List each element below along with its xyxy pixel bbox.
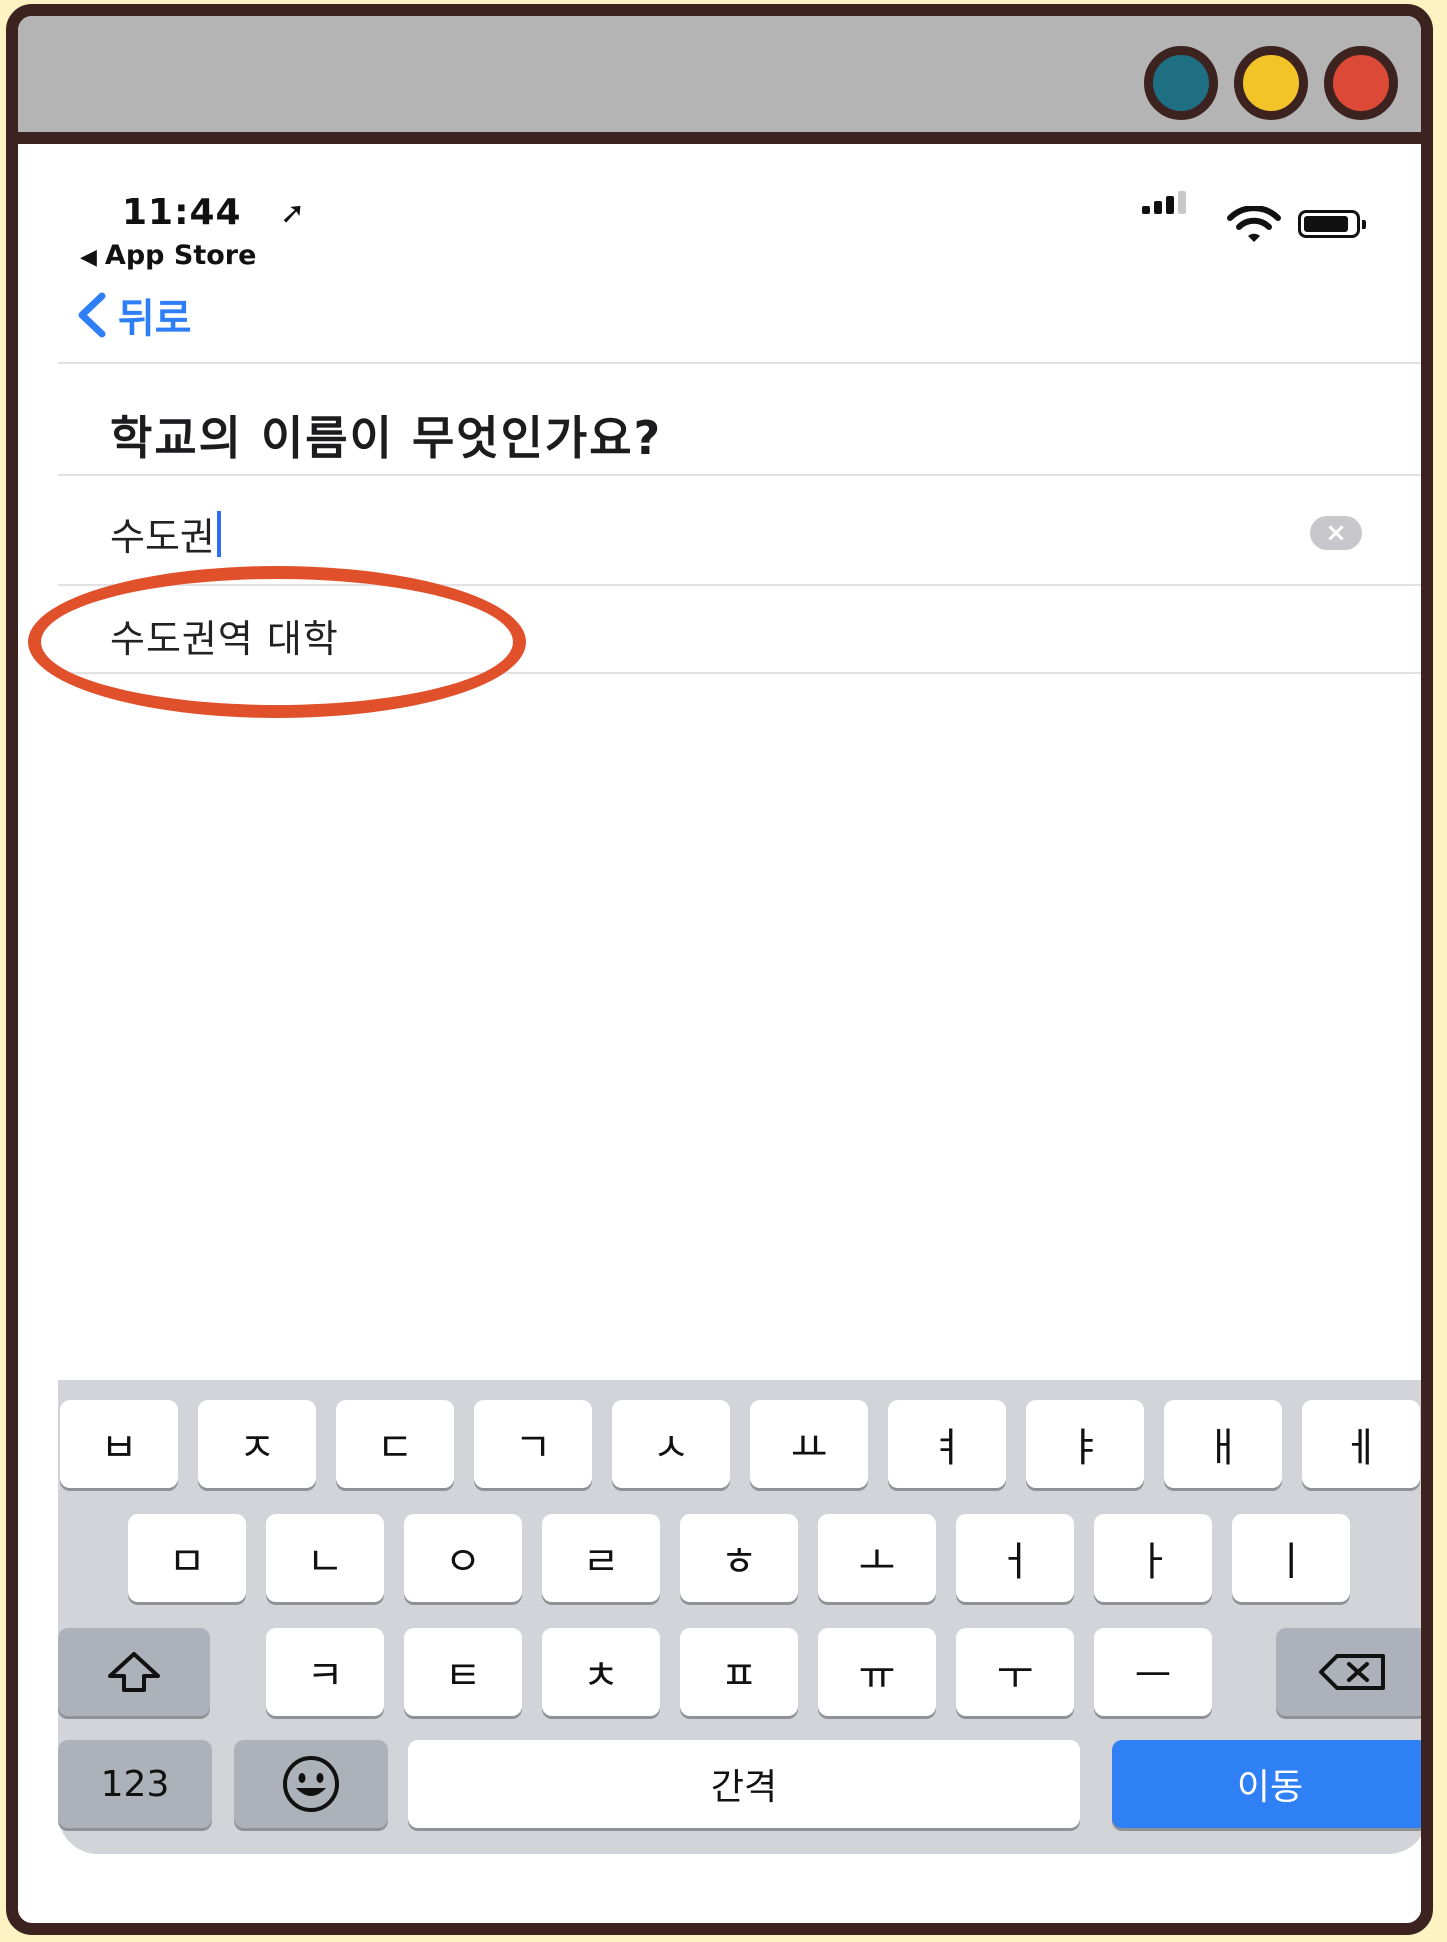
window-titlebar <box>18 16 1421 144</box>
shift-arrow-icon <box>108 1652 160 1692</box>
space-key[interactable]: 간격 <box>408 1740 1080 1828</box>
key-row1-4[interactable]: ㅅ <box>612 1400 730 1488</box>
key-row1-3[interactable]: ㄱ <box>474 1400 592 1488</box>
key-row1-8[interactable]: ㅐ <box>1164 1400 1282 1488</box>
key-row2-5[interactable]: ㅗ <box>818 1514 936 1602</box>
delete-key[interactable] <box>1276 1628 1421 1716</box>
key-row2-3[interactable]: ㄹ <box>542 1514 660 1602</box>
title-divider <box>58 474 1421 476</box>
key-row2-1[interactable]: ㄴ <box>266 1514 384 1602</box>
emoji-key[interactable] <box>234 1740 388 1828</box>
key-row1-5[interactable]: ㅛ <box>750 1400 868 1488</box>
window-control-red[interactable] <box>1324 46 1398 120</box>
key-row2-7[interactable]: ㅏ <box>1094 1514 1212 1602</box>
return-to-app-store[interactable]: ◀ App Store <box>80 240 256 271</box>
key-row3-6[interactable]: ㅡ <box>1094 1628 1212 1716</box>
key-row3-2[interactable]: ㅊ <box>542 1628 660 1716</box>
page-title: 학교의 이름이 무엇인가요? <box>110 411 663 465</box>
text-caret <box>216 510 221 557</box>
window-control-teal[interactable] <box>1144 46 1218 120</box>
key-row3-3[interactable]: ㅍ <box>680 1628 798 1716</box>
key-row2-6[interactable]: ㅓ <box>956 1514 1074 1602</box>
go-key[interactable]: 이동 <box>1112 1740 1421 1828</box>
back-button[interactable]: 뒤로 <box>76 286 192 344</box>
key-row1-1[interactable]: ㅈ <box>198 1400 316 1488</box>
key-row1-9[interactable]: ㅔ <box>1302 1400 1420 1488</box>
clear-input-button[interactable]: × <box>1310 516 1362 550</box>
input-value-wrapper: 수도권 <box>110 506 221 561</box>
device-frame: 11:44 ➚ ◀ App Store 뒤로 학교의 이름이 무엇인가요? 수도권… <box>6 4 1433 1935</box>
key-row3-5[interactable]: ㅜ <box>956 1628 1074 1716</box>
back-label: 뒤로 <box>118 296 192 342</box>
location-arrow-icon: ➚ <box>280 196 306 231</box>
delete-backspace-icon <box>1319 1654 1385 1690</box>
window-control-yellow[interactable] <box>1234 46 1308 120</box>
back-triangle-icon: ◀ <box>80 245 97 270</box>
key-row3-4[interactable]: ㅠ <box>818 1628 936 1716</box>
status-time: 11:44 <box>122 192 242 233</box>
chevron-left-icon <box>78 292 106 338</box>
key-row3-0[interactable]: ㅋ <box>266 1628 384 1716</box>
key-row2-0[interactable]: ㅁ <box>128 1514 246 1602</box>
key-row1-6[interactable]: ㅕ <box>888 1400 1006 1488</box>
shift-key[interactable] <box>58 1628 210 1716</box>
highlight-circle-annotation <box>28 566 526 718</box>
home-indicator-area <box>58 1854 1421 1914</box>
numbers-key[interactable]: 123 <box>58 1740 212 1828</box>
wifi-icon <box>1227 206 1281 242</box>
input-value: 수도권 <box>110 515 215 559</box>
emoji-smiley-icon <box>283 1756 339 1812</box>
key-row2-2[interactable]: ㅇ <box>404 1514 522 1602</box>
key-row3-1[interactable]: ㅌ <box>404 1628 522 1716</box>
key-row2-4[interactable]: ㅎ <box>680 1514 798 1602</box>
korean-keyboard: ㅂㅈㄷㄱㅅㅛㅕㅑㅐㅔ ㅁㄴㅇㄹㅎㅗㅓㅏㅣ ㅋㅌㅊㅍㅠㅜㅡ 123 간격 이동 <box>58 1380 1421 1854</box>
nav-divider <box>58 362 1421 364</box>
key-row1-7[interactable]: ㅑ <box>1026 1400 1144 1488</box>
key-row1-0[interactable]: ㅂ <box>60 1400 178 1488</box>
key-row2-8[interactable]: ㅣ <box>1232 1514 1350 1602</box>
key-row1-2[interactable]: ㄷ <box>336 1400 454 1488</box>
return-app-label: App Store <box>104 240 257 271</box>
battery-icon <box>1298 210 1366 238</box>
